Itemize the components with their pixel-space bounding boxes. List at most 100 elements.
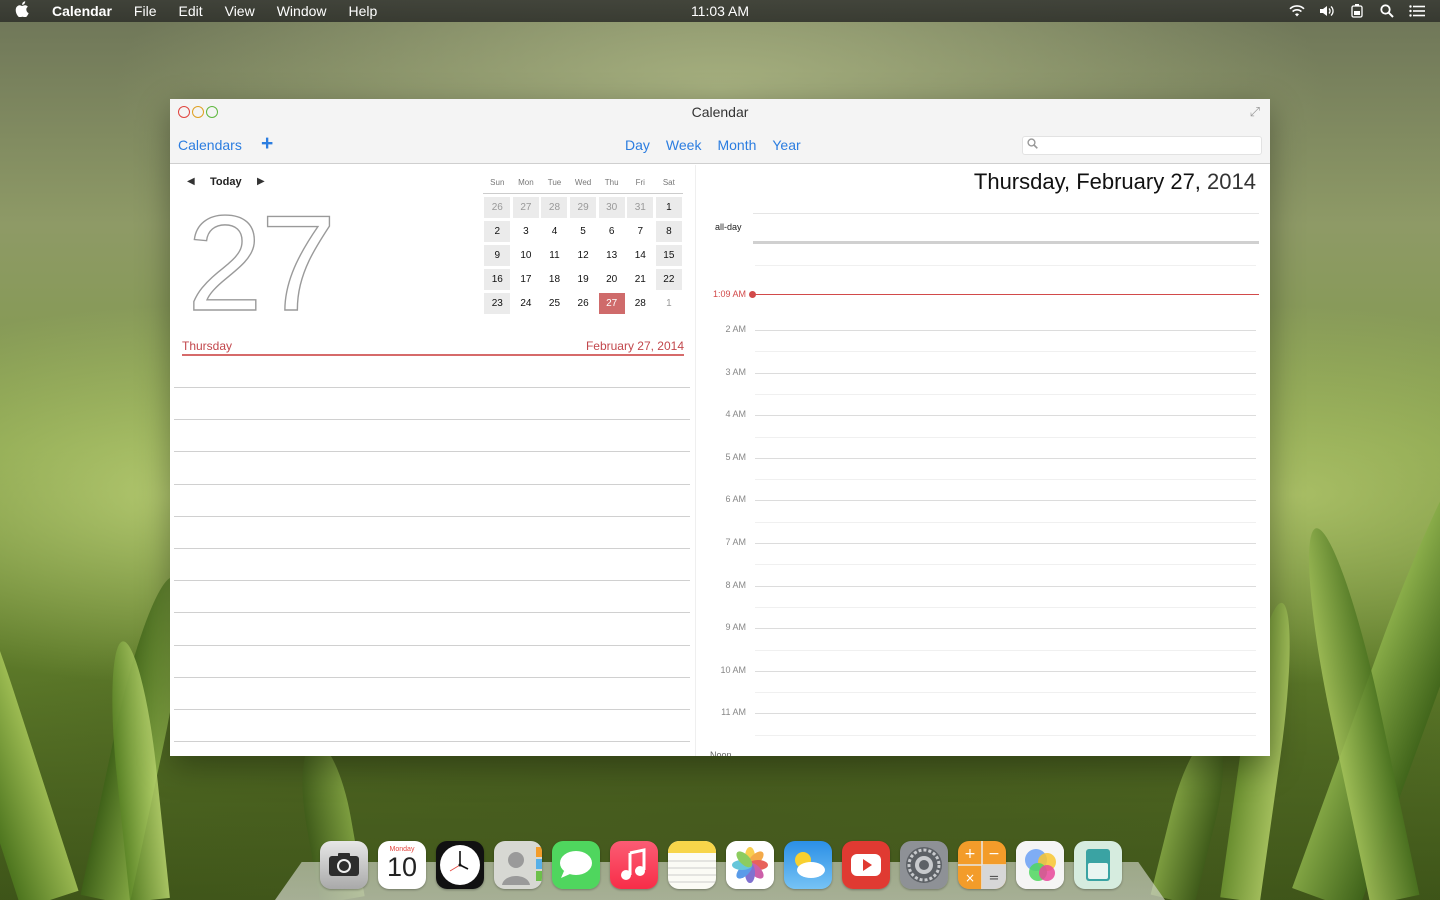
weather-app-icon[interactable] [784, 841, 832, 889]
mini-calendar-day-number: 3 [523, 226, 529, 237]
mini-calendar-day[interactable]: 30 [597, 197, 626, 221]
mini-calendar-day[interactable]: 26 [483, 197, 512, 221]
mini-calendar-day[interactable]: 20 [597, 269, 626, 293]
mini-calendar-day[interactable]: 6 [597, 221, 626, 245]
mini-calendar-day[interactable]: 27 [512, 197, 541, 221]
mini-calendar-day[interactable]: 21 [626, 269, 655, 293]
big-day-number: 27 [186, 186, 337, 339]
mini-calendar-day[interactable]: 26 [569, 293, 598, 317]
hour-line [755, 500, 1256, 502]
half-hour-line [755, 436, 1256, 438]
calculator-app-icon[interactable]: + − × = [958, 841, 1006, 889]
mini-calendar-day[interactable]: 8 [655, 221, 684, 245]
menu-view[interactable]: View [214, 0, 266, 22]
mini-calendar-day-number: 26 [484, 197, 511, 218]
wifi-icon[interactable] [1288, 2, 1306, 20]
mini-calendar-day-number: 12 [577, 250, 589, 261]
mini-calendar-day[interactable]: 1 [655, 293, 684, 317]
mini-calendar-day[interactable]: 28 [540, 197, 569, 221]
half-hour-line [755, 649, 1256, 651]
tab-day[interactable]: Day [625, 137, 650, 153]
menu-window[interactable]: Window [266, 0, 338, 22]
mini-calendar-day[interactable]: 29 [569, 197, 598, 221]
mini-calendar-day[interactable]: 17 [512, 269, 541, 293]
mini-calendar-day[interactable]: 16 [483, 269, 512, 293]
mini-calendar-day-number: 21 [634, 274, 646, 285]
search-input[interactable] [1022, 136, 1262, 155]
selected-date-row: Thursday February 27, 2014 [182, 339, 684, 353]
notification-center-icon[interactable] [1408, 2, 1426, 20]
svg-text:−: − [988, 846, 1000, 862]
mini-calendar-day[interactable]: 31 [626, 197, 655, 221]
half-hour-line [755, 351, 1256, 353]
mini-calendar-day[interactable]: 10 [512, 245, 541, 269]
day-view-heading-year: 2014 [1207, 169, 1256, 194]
mini-calendar-day[interactable]: 7 [626, 221, 655, 245]
messages-app-icon[interactable] [552, 841, 600, 889]
add-event-button[interactable]: + [261, 132, 273, 156]
menu-app-name[interactable]: Calendar [44, 0, 123, 22]
mini-calendar-grid: 26 27 28 29 30 31 1 2 3 4 5 6 7 8 9 10 11 12 13 14 15 16 17 18 1… [483, 197, 683, 317]
notes-app-icon[interactable] [668, 841, 716, 889]
fullscreen-icon[interactable]: ⤢ [1250, 104, 1260, 120]
tab-month[interactable]: Month [717, 137, 756, 153]
photos-app-icon[interactable] [726, 841, 774, 889]
music-app-icon[interactable] [610, 841, 658, 889]
event-list-rule [174, 548, 690, 549]
mini-calendar-day[interactable]: 18 [540, 269, 569, 293]
mini-calendar-day[interactable]: 11 [540, 245, 569, 269]
mini-calendar-day[interactable]: 12 [569, 245, 598, 269]
mini-calendar-day[interactable]: 27 [597, 293, 626, 317]
hour-label: 3 AM [725, 366, 746, 377]
mini-calendar-day[interactable]: 24 [512, 293, 541, 317]
mini-calendar-day[interactable]: 25 [540, 293, 569, 317]
hour-label: 11 AM [721, 707, 746, 718]
mini-calendar-week: 2 3 4 5 6 78 [483, 221, 683, 245]
youtube-app-icon[interactable] [842, 841, 890, 889]
mini-calendar-day[interactable]: 22 [655, 269, 684, 293]
mini-calendar-day[interactable]: 5 [569, 221, 598, 245]
mini-calendar-week: 16 17 18 19 20 21 22 [483, 269, 683, 293]
svg-text:×: × [965, 871, 975, 885]
mini-calendar-day[interactable]: 2 [483, 221, 512, 245]
mini-calendar-weekday: Fri [635, 178, 645, 187]
calendar-app-icon[interactable]: Monday 10 [378, 841, 426, 889]
mini-calendar-day-number: 5 [580, 226, 586, 237]
menu-file[interactable]: File [123, 0, 168, 22]
event-list-rule [174, 419, 690, 421]
mini-calendar-day[interactable]: 19 [569, 269, 598, 293]
settings-app-icon[interactable] [900, 841, 948, 889]
mini-calendar-day[interactable]: 23 [483, 293, 512, 317]
battery-icon[interactable] [1348, 2, 1366, 20]
tab-week[interactable]: Week [666, 137, 702, 153]
hour-label: 7 AM [725, 537, 746, 547]
contacts-app-icon[interactable] [494, 841, 542, 889]
mini-calendar-day[interactable]: 14 [626, 245, 655, 269]
mini-calendar-day-number: 1 [655, 197, 682, 218]
mini-calendar-day[interactable]: 1 [655, 197, 684, 221]
mini-calendar-day[interactable]: 9 [483, 245, 512, 269]
menu-help[interactable]: Help [338, 0, 389, 22]
mini-calendar-day[interactable]: 4 [540, 221, 569, 245]
mini-calendar-day[interactable]: 28 [626, 293, 655, 317]
calendars-button[interactable]: Calendars [178, 137, 242, 153]
half-hour-line [755, 479, 1256, 481]
clock-app-icon[interactable] [436, 841, 484, 889]
hour-label: 10 AM [720, 664, 746, 675]
game-center-app-icon[interactable] [1016, 841, 1064, 889]
camera-app-icon[interactable] [320, 841, 368, 889]
mini-calendar-day[interactable]: 3 [512, 221, 541, 245]
mini-calendar-weekday: Thu [604, 178, 619, 187]
hour-line [755, 713, 1256, 715]
tab-year[interactable]: Year [772, 137, 800, 153]
passbook-app-icon[interactable] [1074, 841, 1122, 889]
mini-calendar-day-number: 6 [608, 226, 615, 237]
spotlight-search-icon[interactable] [1378, 2, 1396, 20]
menu-edit[interactable]: Edit [167, 0, 213, 22]
mini-calendar-day[interactable]: 13 [597, 245, 626, 269]
volume-icon[interactable] [1318, 2, 1336, 20]
hour-label: 4 AM [725, 409, 746, 420]
mini-calendar-day[interactable]: 15 [655, 245, 684, 269]
apple-menu-icon[interactable] [0, 1, 44, 21]
hour-line [755, 628, 1256, 630]
